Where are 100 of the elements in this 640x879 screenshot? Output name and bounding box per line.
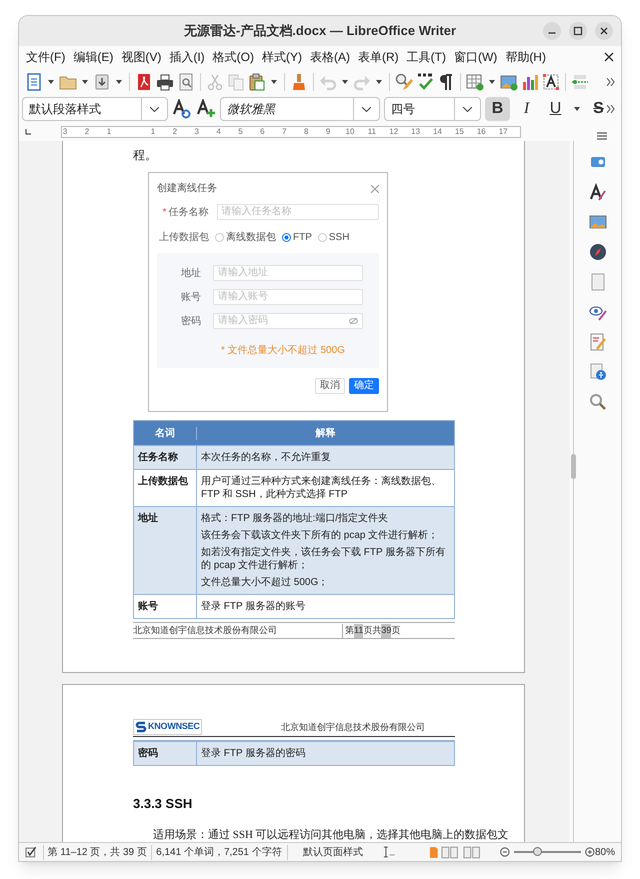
menu-item[interactable]: 窗口(W) — [452, 48, 500, 66]
document-check-icon — [25, 846, 37, 858]
print-preview-icon[interactable] — [177, 72, 195, 90]
radio-button[interactable] — [282, 233, 291, 242]
minimize-icon[interactable] — [543, 22, 561, 40]
text-box-icon[interactable] — [542, 72, 560, 90]
menu-item[interactable]: 格式(O) — [210, 48, 256, 66]
caret-icon[interactable] — [82, 80, 88, 84]
close-document-icon[interactable] — [604, 52, 614, 62]
chevron-down-icon[interactable] — [463, 106, 472, 112]
menu-item[interactable]: 编辑(E) — [71, 48, 116, 66]
ruler-number: 16 — [476, 126, 487, 138]
table-cell-text: 文件总量大小不超过 500G； — [201, 576, 330, 589]
chevron-down-icon[interactable] — [362, 106, 371, 112]
radio-button[interactable] — [318, 233, 327, 242]
printer-icon[interactable] — [156, 72, 174, 90]
menu-item[interactable]: 帮助(H) — [503, 48, 548, 66]
ruler-number: 5 — [237, 126, 244, 138]
chevrons-icon[interactable] — [607, 78, 615, 86]
sidebar-menu-icon[interactable] — [597, 132, 607, 140]
cancel-button[interactable]: 取消 — [315, 378, 345, 394]
pdf-icon[interactable] — [135, 72, 153, 90]
italic-button[interactable]: I — [514, 97, 539, 121]
caret-icon[interactable] — [116, 80, 122, 84]
new-style-icon[interactable] — [196, 99, 216, 119]
gallery-icon[interactable] — [588, 213, 606, 231]
table-cell-text: 登录 FTP 服务器的账号 — [201, 600, 306, 613]
tab-stop-icon[interactable] — [25, 129, 31, 135]
footer-text: 北京知道创宇信息技术股份有限公司 — [133, 624, 277, 637]
page-label-text: 页 — [391, 624, 400, 637]
zoom-out-icon[interactable] — [500, 847, 510, 857]
paintbrush-icon[interactable] — [290, 72, 308, 90]
ruler-number: 3 — [62, 126, 68, 138]
ruler-number: 8 — [302, 126, 310, 138]
field-label: 任务名称 — [168, 206, 208, 220]
ruler-number: 6 — [259, 126, 266, 138]
confirm-button[interactable]: 确定 — [349, 378, 379, 394]
radio-button[interactable] — [215, 233, 224, 242]
compass-icon[interactable] — [588, 243, 606, 261]
table-cell-text: 本次任务的名称，不允许重复 — [201, 451, 332, 464]
document-icon[interactable] — [25, 72, 43, 90]
menu-item[interactable]: 工具(T) — [404, 48, 448, 66]
paragraph-text: 程。 — [133, 147, 157, 163]
menu-item[interactable]: 样式(Y) — [260, 48, 304, 66]
underline-button[interactable]: U — [543, 97, 568, 121]
slider-thumb[interactable] — [533, 847, 542, 856]
ruler[interactable]: 3 2 1 1 2 3 4 5 6 7 8 9 10 11 12 13 14 15 16 17 — [61, 126, 521, 138]
page-number-field: 39 — [381, 624, 392, 638]
table-cell-text: 密码 — [137, 746, 159, 760]
page-number-field: 11 — [354, 624, 364, 638]
page-label-text: 页共 — [363, 624, 382, 637]
strikethrough-button[interactable]: S — [586, 97, 611, 121]
table-cell-text: 上传数据包 — [137, 474, 189, 489]
caret-icon[interactable] — [48, 80, 54, 84]
ruler-number: 11 — [366, 126, 377, 138]
column-header: 名词 — [154, 426, 176, 440]
table-cell-text: 任务名称 — [136, 450, 179, 465]
book-view-icon[interactable] — [462, 846, 480, 858]
field-label: 地址 — [180, 266, 201, 280]
find-replace-icon[interactable] — [395, 72, 413, 90]
sidebar-handle[interactable] — [571, 454, 576, 479]
menu-item[interactable]: 视图(V) — [119, 48, 164, 66]
chevrons-icon[interactable] — [607, 105, 615, 113]
close-icon[interactable] — [595, 22, 613, 40]
clipboard-icon[interactable] — [248, 72, 266, 90]
pilcrow-icon[interactable] — [437, 72, 455, 90]
radio-label: SSH — [328, 231, 350, 245]
accessibility-icon[interactable] — [588, 363, 606, 381]
edit-document-icon[interactable] — [588, 333, 606, 351]
ruler-number: 3 — [194, 126, 200, 138]
table-cell-text: 用户可通过三种种方式来创建离线任务：离线数据包、FTP 和 SSH，此种方式选择 FTP — [201, 475, 442, 501]
search-icon[interactable] — [588, 393, 606, 411]
bold-button[interactable]: B — [485, 97, 510, 121]
table-icon[interactable] — [466, 72, 484, 90]
maximize-icon[interactable] — [569, 22, 587, 40]
menu-item[interactable]: 表单(R) — [356, 48, 401, 66]
image-icon[interactable] — [500, 72, 518, 90]
caret-icon[interactable] — [271, 80, 277, 84]
ruler-number: 14 — [432, 126, 443, 138]
zoom-in-icon[interactable] — [585, 847, 595, 857]
caret-icon[interactable] — [489, 80, 495, 84]
chevron-down-icon[interactable] — [150, 106, 159, 112]
menu-item[interactable]: 表格(A) — [308, 48, 352, 66]
bar-chart-icon[interactable] — [521, 72, 539, 90]
two-page-view-icon[interactable] — [441, 846, 459, 858]
font-name-field[interactable]: 微软雅黑 — [220, 97, 380, 121]
menu-item[interactable]: 文件(F) — [24, 48, 68, 66]
download-icon[interactable] — [93, 72, 111, 90]
styles-icon[interactable] — [588, 183, 606, 201]
caret-icon[interactable] — [574, 107, 580, 111]
paragraph-style-field[interactable]: 默认段落样式 — [22, 97, 168, 121]
table-cell-text: 格式：FTP 服务器的地址:端口/指定文件夹 — [201, 512, 390, 525]
insert-field-icon[interactable] — [571, 72, 589, 90]
table-cell-text: 账号 — [137, 600, 159, 614]
font-size-field[interactable]: 四号 — [384, 97, 481, 121]
menu-item[interactable]: 插入(I) — [167, 48, 207, 66]
ruler-number: 2 — [84, 126, 90, 138]
field-label: 账号 — [180, 290, 201, 304]
table-cell-text: 登录 FTP 服务器的密码 — [201, 746, 306, 760]
update-style-icon[interactable] — [172, 99, 192, 119]
